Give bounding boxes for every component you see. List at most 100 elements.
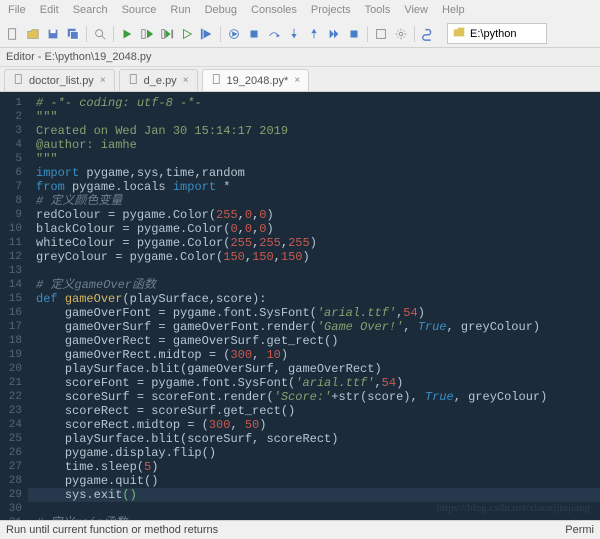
line-number: 25 [4,432,22,446]
stop-button[interactable] [245,25,263,43]
code-line[interactable]: Created on Wed Jan 30 15:14:17 2019 [28,124,600,138]
line-number: 1 [4,96,22,110]
line-number: 3 [4,124,22,138]
line-number-gutter: 1234567891011121314151617181920212223242… [0,92,28,520]
code-area[interactable]: # -*- coding: utf-8 -*-"""Created on Wed… [28,92,600,520]
line-number: 12 [4,250,22,264]
menu-bar: File Edit Search Source Run Debug Consoles Proj… [0,0,600,20]
code-line[interactable]: scoreSurf = scoreFont.render('Score:'+st… [28,390,600,404]
separator [113,26,114,42]
step-over-button[interactable] [265,25,283,43]
code-line[interactable]: scoreRect = scoreSurf.get_rect() [28,404,600,418]
line-number: 26 [4,446,22,460]
code-editor[interactable]: 1234567891011121314151617181920212223242… [0,92,600,520]
code-line[interactable]: playSurface.blit(gameOverSurf, gameOverR… [28,362,600,376]
line-number: 4 [4,138,22,152]
status-bar: Run until current function or method ret… [0,520,600,539]
code-line[interactable]: def gameOver(playSurface,score): [28,292,600,306]
folder-icon [452,25,466,42]
code-line[interactable]: from pygame.locals import * [28,180,600,194]
separator [86,26,87,42]
menu-source[interactable]: Source [118,2,161,18]
code-line[interactable]: pygame.display.flip() [28,446,600,460]
close-tab-button[interactable]: × [100,75,106,86]
pythonpath-button[interactable] [419,25,437,43]
search-button[interactable] [91,25,109,43]
editor-tab[interactable]: doctor_list.py × [4,69,115,91]
new-file-button[interactable] [4,25,22,43]
separator [367,26,368,42]
watermark: https://blog.csdn.net/xiaoxijinjiang [437,502,590,514]
code-line[interactable]: redColour = pygame.Color(255,0,0) [28,208,600,222]
maximize-button[interactable] [372,25,390,43]
save-button[interactable] [44,25,62,43]
menu-file[interactable]: File [4,2,30,18]
code-line[interactable]: sys.exit() [28,488,600,502]
code-line[interactable]: # 定义gameOver函数 [28,278,600,292]
file-icon [128,73,140,88]
code-line[interactable]: # 定义颜色变量 [28,194,600,208]
line-number: 20 [4,362,22,376]
run-cell-advance-button[interactable] [158,25,176,43]
close-tab-button[interactable]: × [183,75,189,86]
line-number: 27 [4,460,22,474]
line-number: 30 [4,502,22,516]
debug-stop-button[interactable] [345,25,363,43]
menu-projects[interactable]: Projects [307,2,355,18]
code-line[interactable]: blackColour = pygame.Color(0,0,0) [28,222,600,236]
line-number: 5 [4,152,22,166]
code-line[interactable]: """ [28,110,600,124]
menu-consoles[interactable]: Consoles [247,2,301,18]
line-number: 29 [4,488,22,502]
code-line[interactable]: gameOverFont = pygame.font.SysFont('aria… [28,306,600,320]
code-line[interactable]: # -*- coding: utf-8 -*- [28,96,600,110]
working-directory-selector[interactable]: E:\python [447,23,547,44]
code-line[interactable]: gameOverSurf = gameOverFont.render('Game… [28,320,600,334]
code-line[interactable]: # 定义main函数 [28,516,600,520]
debug-button[interactable] [198,25,216,43]
code-line[interactable]: playSurface.blit(scoreSurf, scoreRect) [28,432,600,446]
code-line[interactable]: greyColour = pygame.Color(150,150,150) [28,250,600,264]
line-number: 19 [4,348,22,362]
code-line[interactable]: scoreRect.midtop = (300, 50) [28,418,600,432]
open-button[interactable] [24,25,42,43]
code-line[interactable]: gameOverRect.midtop = (300, 10) [28,348,600,362]
line-number: 2 [4,110,22,124]
line-number: 17 [4,320,22,334]
settings-button[interactable] [392,25,410,43]
debug-run-button[interactable] [225,25,243,43]
code-line[interactable]: pygame.quit() [28,474,600,488]
code-line[interactable]: """ [28,152,600,166]
code-line[interactable] [28,264,600,278]
close-tab-button[interactable]: × [294,75,300,86]
menu-edit[interactable]: Edit [36,2,63,18]
menu-help[interactable]: Help [438,2,469,18]
code-line[interactable]: import pygame,sys,time,random [28,166,600,180]
line-number: 10 [4,222,22,236]
menu-debug[interactable]: Debug [201,2,241,18]
separator [414,26,415,42]
editor-tab[interactable]: d_e.py× [119,69,198,91]
line-number: 9 [4,208,22,222]
run-cell-button[interactable] [138,25,156,43]
continue-button[interactable] [325,25,343,43]
menu-run[interactable]: Run [166,2,194,18]
code-line[interactable]: time.sleep(5) [28,460,600,474]
menu-view[interactable]: View [400,2,432,18]
code-line[interactable]: @author: iamhe [28,138,600,152]
code-line[interactable]: scoreFont = pygame.font.SysFont('arial.t… [28,376,600,390]
step-into-button[interactable] [285,25,303,43]
step-out-button[interactable] [305,25,323,43]
menu-search[interactable]: Search [69,2,112,18]
run-button[interactable] [118,25,136,43]
code-line[interactable]: gameOverRect = gameOverSurf.get_rect() [28,334,600,348]
editor-tab[interactable]: 19_2048.py*× [202,69,310,91]
toolbar: E:\python [0,20,600,48]
save-all-button[interactable] [64,25,82,43]
run-selection-button[interactable] [178,25,196,43]
editor-tabs: doctor_list.py×d_e.py×19_2048.py*× [0,67,600,92]
tab-label: doctor_list.py [29,75,94,87]
menu-tools[interactable]: Tools [361,2,395,18]
code-line[interactable]: whiteColour = pygame.Color(255,255,255) [28,236,600,250]
status-message: Run until current function or method ret… [6,524,218,536]
